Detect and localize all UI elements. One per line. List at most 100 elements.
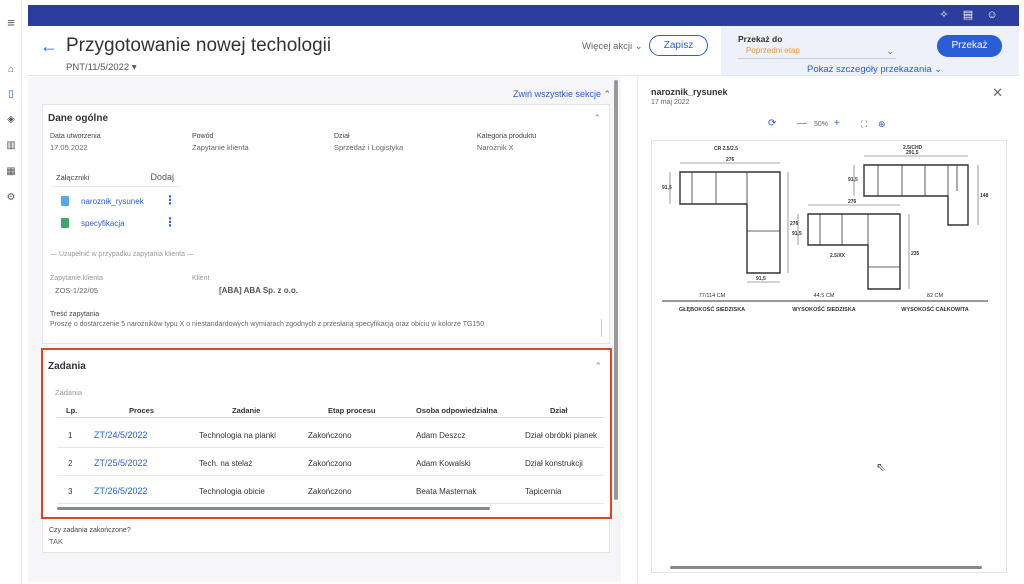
chevron-down-icon: ⌄ — [934, 64, 943, 75]
cell-stage: Zakończono — [308, 487, 352, 496]
inquiry-content-label: Treść zapytania — [50, 311, 100, 318]
attachment-preview-panel: naroznik_rysunek 17 maj 2022 ✕ ⟳ — 50% +… — [637, 77, 1019, 582]
column-header[interactable]: Lp. — [66, 406, 77, 415]
user-icon[interactable]: ☺ — [985, 8, 999, 22]
sparkle-icon[interactable]: ✧ — [937, 8, 951, 22]
table-row[interactable]: 1 ZT/24/5/2022 Technologia na pianki Zak… — [57, 422, 604, 448]
attachment-item[interactable]: specyfikacja ⋮ — [52, 214, 180, 234]
cell-stage: Zakończono — [308, 431, 352, 440]
cell-person: Beata Masternak — [416, 487, 477, 496]
completed-value: TAK — [49, 537, 64, 546]
close-icon[interactable]: ✕ — [992, 85, 1003, 101]
cell-person: Adam Kowalski — [416, 459, 471, 468]
zoom-level: 50% — [814, 121, 829, 128]
attachments-label: Załączniki — [56, 173, 90, 182]
inquiry-value: ZOS-1/22/05 — [55, 286, 98, 295]
attachment-name[interactable]: specyfikacja — [81, 219, 125, 228]
layers-icon[interactable]: ◈ — [5, 114, 17, 126]
fullscreen-icon[interactable]: ⊕ — [878, 117, 886, 131]
measure-caption: GŁĘBOKOŚĆ SIEDZISKA — [679, 305, 745, 313]
column-header[interactable]: Zadanie — [232, 406, 260, 415]
top-bar: ✧ ▤ ☺ — [28, 5, 1019, 26]
dim-label: 91,5 — [756, 276, 766, 282]
more-vertical-icon[interactable]: ⋮ — [164, 194, 176, 206]
zoom-in-icon[interactable]: + — [834, 117, 840, 131]
transfer-target-select[interactable]: Poprzedni etap ⌄ — [738, 45, 896, 59]
preview-horizontal-scrollbar[interactable] — [670, 566, 982, 569]
dim-label: 91,5 — [662, 185, 672, 191]
reason-value: Zapytanie klienta — [192, 143, 249, 152]
chevron-down-icon: ▾ — [131, 62, 137, 73]
measure-caption: WYSOKOŚĆ SIEDZISKA — [792, 305, 856, 313]
client-value: [ABA] ABA Sp. z o.o. — [219, 286, 298, 295]
document-clock-icon[interactable]: ▤ — [961, 8, 975, 22]
dim-label: 276 — [726, 157, 735, 163]
document-icon[interactable]: ▯ — [5, 89, 17, 101]
transfer-panel: Przekaż do Poprzedni etap ⌄ Przekaż Poka… — [721, 26, 1019, 76]
zoom-out-icon[interactable]: — — [797, 117, 807, 131]
chevron-down-icon: ⌄ — [634, 41, 643, 52]
cell-department: Tapicernia — [525, 487, 562, 496]
chevron-up-icon[interactable]: ⌃ — [593, 113, 601, 124]
attachments-box: Załączniki Dodaj naroznik_rysunek ⋮ spec… — [52, 167, 180, 235]
column-header[interactable]: Proces — [129, 406, 154, 415]
table-row[interactable]: 2 ZT/25/5/2022 Tech. na stelaż Zakończon… — [57, 450, 604, 476]
process-link[interactable]: ZT/24/5/2022 — [94, 430, 148, 440]
client-label: Klient — [192, 275, 210, 282]
inquiry-note: — Uzupełnić w przypadku zapytania klient… — [50, 251, 194, 258]
spreadsheet-file-icon — [61, 218, 69, 228]
dim-label: 276 — [790, 221, 799, 227]
table-horizontal-scrollbar[interactable] — [57, 507, 490, 510]
drawing-label-c: 2.5/XX — [830, 253, 846, 259]
tasks-table-caption: Zadania — [55, 388, 83, 397]
column-header[interactable]: Etap procesu — [328, 406, 376, 415]
fit-screen-icon[interactable]: ⛶ — [861, 117, 867, 131]
process-link[interactable]: ZT/26/5/2022 — [94, 486, 148, 496]
process-link[interactable]: ZT/25/5/2022 — [94, 458, 148, 468]
table-row[interactable]: 3 ZT/26/5/2022 Technologia obicie Zakońc… — [57, 478, 604, 504]
save-button[interactable]: Zapisz — [649, 35, 708, 56]
attachments-header: Załączniki Dodaj — [52, 167, 180, 187]
tasks-section: Zadania ⌃ Zadania Lp. Proces Zadanie Eta… — [41, 348, 612, 519]
category-value: Narożnik X — [477, 143, 514, 152]
dim-label: 148 — [980, 193, 989, 199]
dim-label: 235 — [911, 251, 920, 257]
text-resize-handle[interactable] — [601, 319, 602, 337]
created-date-value: 17.05.2022 — [50, 143, 88, 152]
cell-task: Technologia na pianki — [199, 431, 276, 440]
general-data-section: Dane ogólne ⌃ Data utworzenia 17.05.2022… — [42, 104, 610, 344]
more-vertical-icon[interactable]: ⋮ — [164, 216, 176, 228]
section-title: Dane ogólne — [48, 113, 109, 124]
chevron-up-icon[interactable]: ⌃ — [594, 361, 602, 372]
sofa-c-outline — [807, 213, 901, 290]
back-arrow-icon[interactable]: ← — [40, 36, 58, 57]
collapse-all-sections-link[interactable]: Zwiń wszystkie sekcje ⌃ — [513, 89, 611, 100]
gear-icon[interactable]: ⚙ — [5, 192, 17, 204]
preview-canvas[interactable]: CR 2.5/2.5 2.5/CHD 2.5/XX 276 291,5 276 … — [651, 140, 1007, 573]
measure-value: 44,5 CM — [814, 293, 835, 299]
rotate-icon[interactable]: ⟳ — [768, 117, 776, 131]
preview-file-name: naroznik_rysunek — [651, 87, 728, 97]
measure-caption: WYSOKOŚĆ CAŁKOWITA — [901, 305, 968, 313]
cell-task: Tech. na stelaż — [199, 459, 253, 468]
cell-lp: 3 — [68, 487, 73, 496]
form-scrollbar[interactable] — [614, 80, 618, 500]
dim-label: 91,5 — [848, 177, 858, 183]
add-attachment-button[interactable]: Dodaj — [150, 172, 174, 182]
transfer-button[interactable]: Przekaż — [937, 35, 1002, 57]
page-title: Przygotowanie nowej techologii — [66, 35, 332, 56]
column-header[interactable]: Dział — [550, 406, 568, 415]
document-number-dropdown[interactable]: PNT/11/5/2022 ▾ — [66, 62, 137, 73]
cell-lp: 1 — [68, 431, 73, 440]
attachment-item[interactable]: naroznik_rysunek ⋮ — [52, 192, 180, 212]
calendar-icon[interactable]: ▦ — [5, 166, 17, 178]
attachment-name[interactable]: naroznik_rysunek — [81, 197, 144, 206]
more-actions-button[interactable]: Więcej akcji ⌄ — [582, 41, 643, 52]
chart-icon[interactable]: ▥ — [5, 140, 17, 152]
show-transfer-details-link[interactable]: Pokaż szczegóły przekazania ⌄ — [807, 64, 942, 75]
cell-stage: Zakończono — [308, 459, 352, 468]
completed-section — [42, 519, 610, 553]
home-icon[interactable]: ⌂ — [5, 64, 17, 76]
column-header[interactable]: Osoba odpowiedzialna — [416, 406, 497, 415]
menu-icon[interactable]: ≡ — [5, 16, 17, 29]
